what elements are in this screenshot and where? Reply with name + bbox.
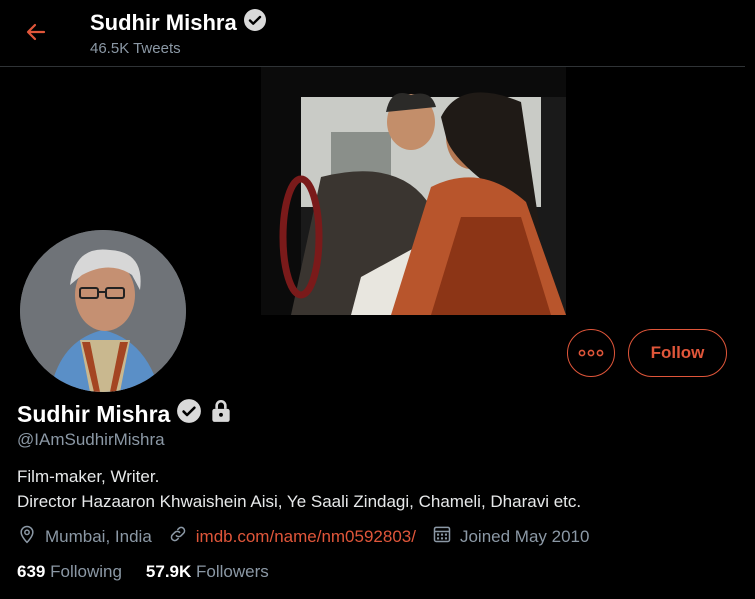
- top-bar: Sudhir Mishra 46.5K Tweets: [0, 0, 745, 67]
- bio-line: Director Hazaaron Khwaishein Aisi, Ye Sa…: [17, 492, 582, 511]
- profile-meta: Mumbai, India imdb.com/name/nm0592803/ J…: [17, 524, 605, 549]
- website-item: imdb.com/name/nm0592803/: [168, 524, 416, 549]
- followers-stat[interactable]: 57.9K Followers: [146, 562, 269, 582]
- profile-bio: Film-maker, Writer. Director Hazaaron Kh…: [17, 464, 581, 514]
- profile-banner[interactable]: [261, 67, 566, 315]
- joined-text: Joined May 2010: [459, 526, 590, 546]
- joined-item: Joined May 2010: [432, 524, 589, 549]
- link-icon: [168, 524, 196, 549]
- profile-handle: @IAmSudhirMishra: [17, 430, 165, 449]
- verified-icon: [243, 8, 267, 38]
- location-icon: [17, 524, 45, 549]
- lock-icon: [208, 398, 234, 430]
- calendar-icon: [432, 524, 460, 549]
- followers-count: 57.9K: [145, 562, 192, 581]
- profile-name: Sudhir Mishra: [17, 400, 171, 427]
- back-arrow-icon[interactable]: [24, 20, 48, 44]
- website-link[interactable]: imdb.com/name/nm0592803/: [196, 527, 416, 547]
- avatar[interactable]: [17, 227, 189, 395]
- profile-stats: 639 Following 57.9K Followers: [17, 562, 269, 582]
- followers-label: Followers: [196, 562, 269, 581]
- bio-line: Film-maker, Writer.: [17, 467, 160, 486]
- more-options-button[interactable]: [567, 329, 615, 377]
- more-icon: [578, 344, 604, 362]
- profile-name-row: Sudhir Mishra: [17, 398, 234, 430]
- header-name: Sudhir Mishra: [90, 10, 237, 35]
- header-title: Sudhir Mishra: [90, 8, 267, 38]
- location-item: Mumbai, India: [17, 524, 152, 549]
- follow-button[interactable]: Follow: [628, 329, 727, 377]
- following-label: Following: [50, 562, 122, 581]
- tweet-count: 46.5K Tweets: [90, 40, 181, 57]
- verified-icon: [176, 398, 202, 430]
- following-stat[interactable]: 639 Following: [17, 562, 122, 582]
- following-count: 639: [17, 562, 46, 581]
- location-text: Mumbai, India: [45, 526, 152, 546]
